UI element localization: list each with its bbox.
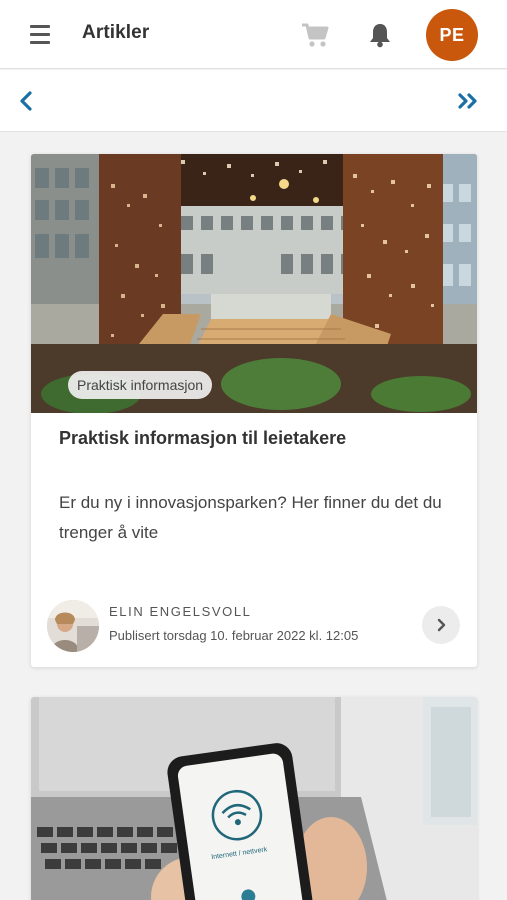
user-avatar-button[interactable]: PE	[426, 9, 478, 61]
article-title[interactable]: Praktisk informasjon til leietakere	[59, 428, 346, 449]
previous-page-button[interactable]	[12, 86, 42, 116]
article-image: Internett / nettverk	[31, 697, 477, 900]
article-card[interactable]: Internett / nettverk	[31, 697, 477, 900]
menu-icon	[30, 24, 50, 28]
author-avatar	[47, 600, 99, 652]
bell-icon	[370, 24, 390, 48]
last-page-button[interactable]	[453, 86, 485, 116]
page-title: Artikler	[82, 22, 150, 43]
menu-button[interactable]	[22, 20, 58, 48]
article-description: Er du ny i innovasjonsparken? Her finner…	[59, 493, 442, 542]
article-image: Praktisk informasjon	[31, 154, 477, 413]
double-chevron-right-icon	[458, 93, 477, 109]
article-card[interactable]: Praktisk informasjon Praktisk informasjo…	[31, 154, 477, 667]
category-tag: Praktisk informasjon	[68, 371, 213, 399]
published-date: Publisert torsdag 10. februar 2022 kl. 1…	[109, 628, 359, 643]
pagination-bar	[0, 70, 507, 132]
chevron-left-icon	[20, 91, 32, 111]
cart-button[interactable]	[298, 20, 332, 50]
author-name: ELIN ENGELSVOLL	[109, 604, 252, 619]
notifications-button[interactable]	[363, 18, 397, 52]
cart-icon	[302, 23, 329, 47]
app-header: Artikler PE	[0, 0, 507, 69]
open-article-button[interactable]	[422, 606, 460, 644]
chevron-right-icon	[437, 618, 446, 632]
